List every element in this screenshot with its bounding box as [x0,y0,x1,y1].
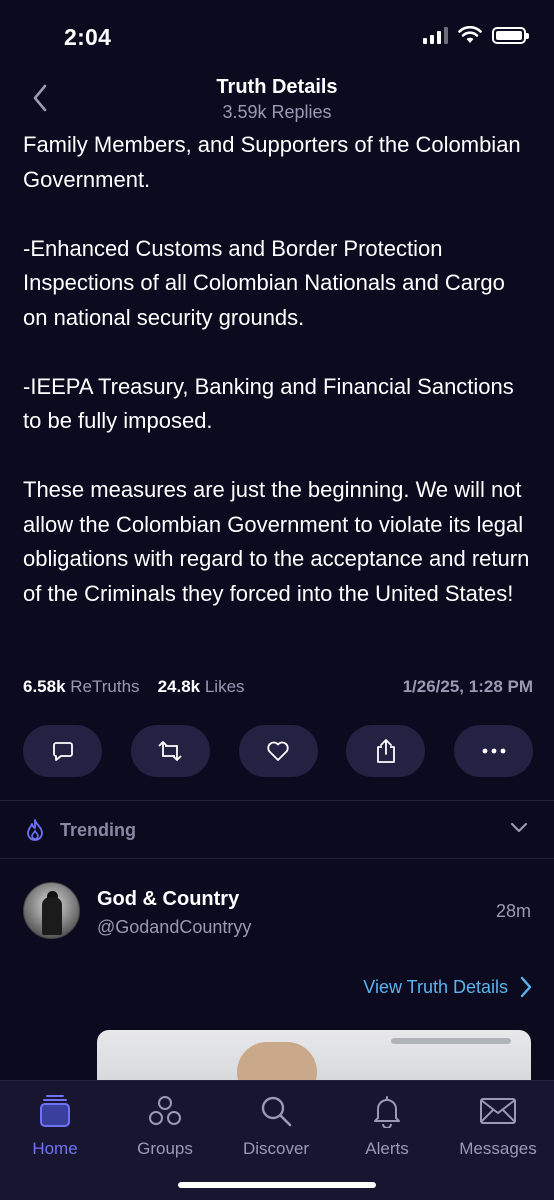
likes-stat[interactable]: 24.8k Likes [158,677,245,697]
heart-icon [267,741,289,761]
mail-icon [480,1098,516,1124]
tab-label: Groups [137,1139,193,1158]
status-bar: 2:04 [0,0,554,70]
status-icons [423,26,529,44]
trending-toggle[interactable]: Trending [0,801,554,858]
likes-count: 24.8k [157,677,201,696]
post-stats: 6.58k ReTruths 24.8k Likes 1/26/25, 1:28… [23,675,533,699]
reply-count: 3.59k Replies [222,102,332,122]
status-time: 2:04 [64,24,112,50]
reply-item[interactable]: God & Country @GodandCountryy 28m View T… [0,870,554,1090]
tab-bar: Home Groups Discover Alerts Messages [0,1080,554,1200]
battery-icon [492,26,529,44]
tab-home[interactable]: Home [0,1093,110,1159]
search-icon [261,1096,292,1127]
wifi-icon [458,26,482,43]
chevron-down-icon [510,822,528,833]
reply-icon [52,742,73,761]
post-paragraph: Family Members, and Supporters of the Co… [23,132,521,192]
share-button[interactable] [346,725,426,777]
tab-label: Discover [242,1139,310,1158]
reply-author-handle[interactable]: @GodandCountryy [97,917,251,938]
action-bar [23,725,533,777]
likes-label: Likes [204,677,245,696]
trending-label: Trending [60,820,136,840]
tab-groups[interactable]: Groups [110,1093,220,1159]
tab-messages[interactable]: Messages [443,1093,553,1159]
reply-time: 28m [495,901,531,921]
retruth-icon [158,741,182,761]
view-truth-details-link[interactable]: View Truth Details [363,976,532,998]
reply-button[interactable] [23,725,102,777]
share-icon [376,739,395,763]
like-button[interactable] [238,725,318,777]
home-indicator[interactable] [178,1182,376,1188]
post-text: Family Members, and Supporters of the Co… [23,128,533,611]
tab-alerts[interactable]: Alerts [332,1093,442,1159]
post-paragraph: These measures are just the beginning. W… [23,477,530,606]
reply-author-name[interactable]: God & Country [97,888,239,911]
flame-icon [27,819,43,841]
retruths-count: 6.58k [23,677,66,696]
view-details-label: View Truth Details [363,976,508,997]
page-title: Truth Details [216,76,338,98]
tab-label: Home [32,1139,78,1158]
tab-discover[interactable]: Discover [221,1093,331,1159]
avatar[interactable] [23,882,80,939]
retruths-stat[interactable]: 6.58k ReTruths [23,677,140,697]
nav-header: Truth Details 3.59k Replies [0,70,554,128]
post-paragraph: -IEEPA Treasury, Banking and Financial S… [23,373,514,434]
tab-label: Messages [459,1139,537,1158]
bell-icon [374,1096,400,1128]
post-date: 1/26/25, 1:28 PM [402,677,533,696]
divider [0,858,554,859]
home-icon [40,1095,70,1127]
chevron-right-icon [520,976,532,998]
post-paragraph: -Enhanced Customs and Border Protection … [23,235,505,330]
cellular-signal-icon [423,26,448,44]
retruths-label: ReTruths [70,677,140,696]
retruth-button[interactable] [130,725,210,777]
groups-icon [149,1096,181,1125]
more-button[interactable] [454,725,533,777]
more-icon [482,748,505,754]
tab-label: Alerts [365,1139,409,1158]
